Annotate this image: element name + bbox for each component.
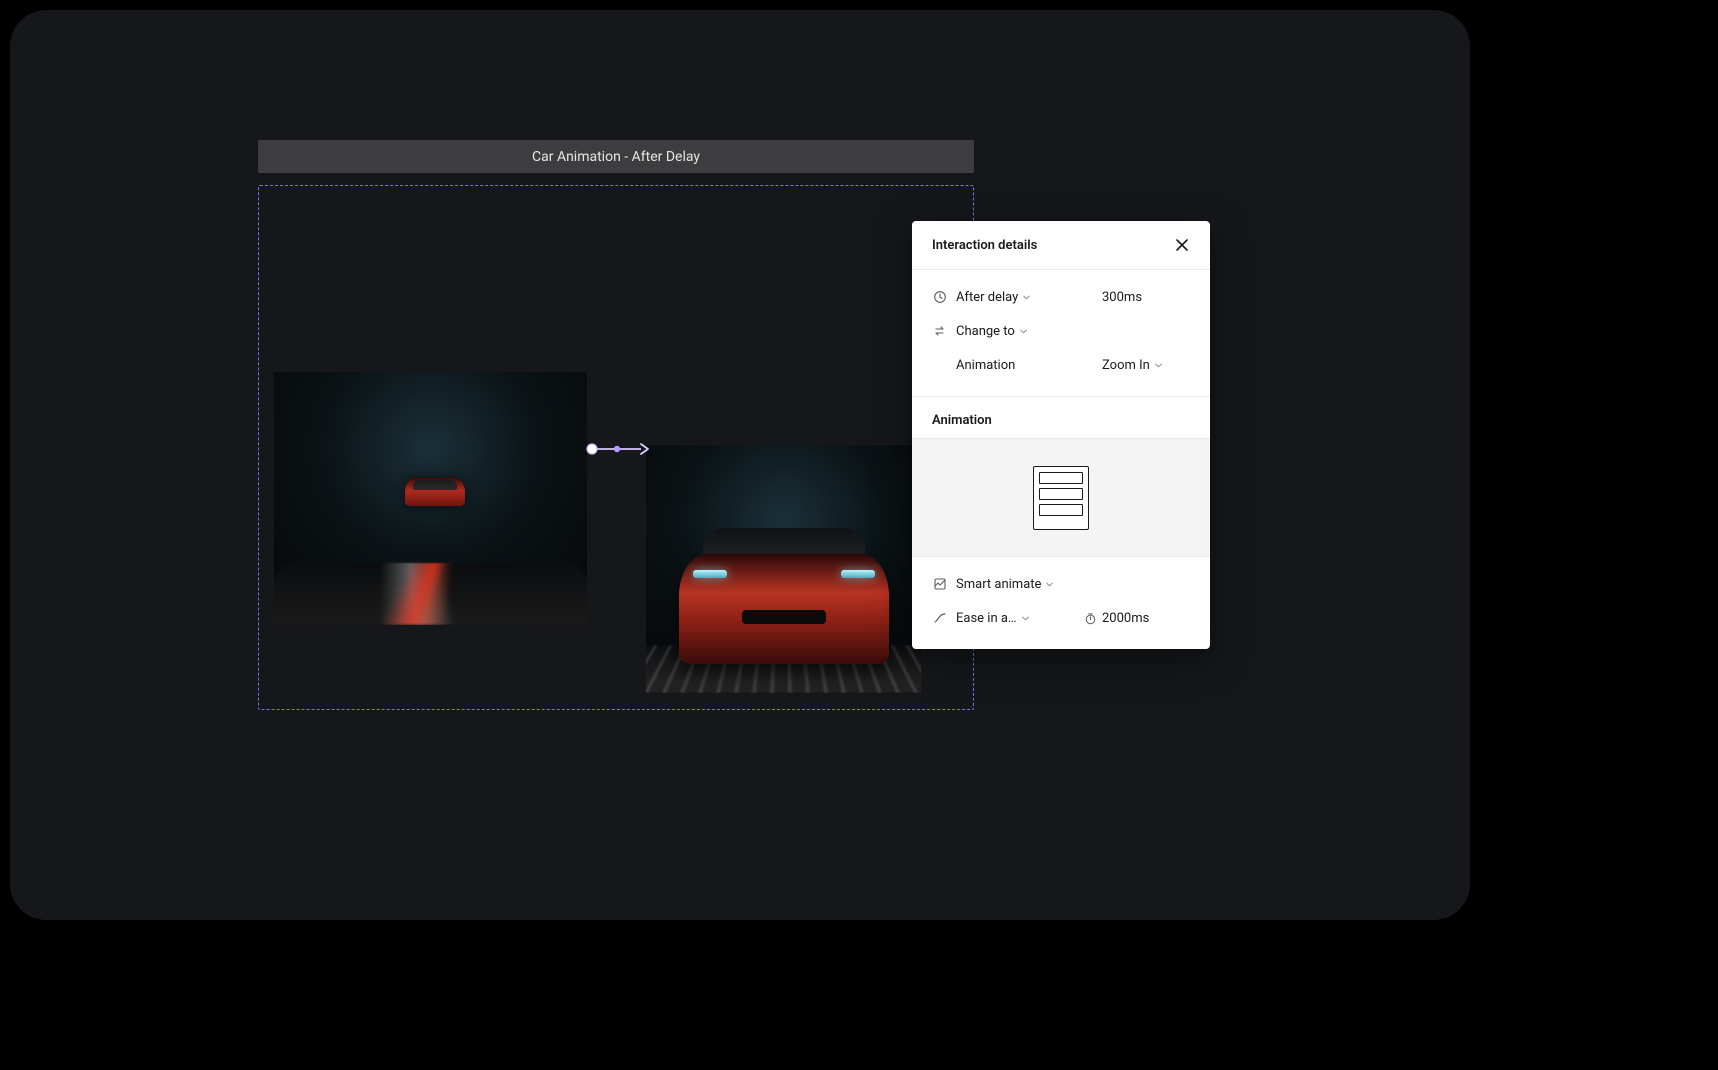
action-row: Change to <box>932 314 1192 348</box>
spacer <box>932 357 948 373</box>
animation-section-title: Animation <box>912 397 1210 439</box>
easing-dropdown[interactable]: Ease in a… <box>956 611 1034 626</box>
light-trails <box>274 563 587 625</box>
chevron-down-icon <box>1021 614 1030 623</box>
close-icon <box>1175 238 1189 252</box>
car-near <box>679 514 889 664</box>
canvas-image-start[interactable] <box>274 372 587 625</box>
chevron-down-icon <box>1045 580 1054 589</box>
close-button[interactable] <box>1172 235 1192 255</box>
trigger-row: After delay 300ms <box>932 280 1192 314</box>
frame-title-bar[interactable]: Car Animation - After Delay <box>258 140 974 173</box>
chevron-down-icon <box>1019 327 1028 336</box>
trigger-dropdown[interactable]: After delay <box>956 290 1052 305</box>
animation-type-label: Smart animate <box>956 577 1041 592</box>
animation-settings-section: Smart animate Ease in a… <box>912 557 1210 649</box>
duration-icon <box>1082 610 1098 626</box>
easing-curve-icon <box>932 610 948 626</box>
smart-animate-icon <box>932 576 948 592</box>
action-dropdown[interactable]: Change to <box>956 324 1052 339</box>
animation-preview-glyph <box>1033 466 1089 530</box>
easing-row: Ease in a… 2000ms <box>932 601 1192 635</box>
trigger-label: After delay <box>956 290 1018 305</box>
action-label: Change to <box>956 324 1015 339</box>
clock-icon <box>932 289 948 305</box>
trigger-delay-value: 300ms <box>1102 290 1142 305</box>
destination-label: Animation <box>956 358 1052 373</box>
design-canvas[interactable]: Car Animation - After Delay Interaction … <box>10 10 1470 920</box>
animation-preview[interactable] <box>912 439 1210 557</box>
destination-row: Animation Zoom In <box>932 348 1192 382</box>
destination-value: Zoom In <box>1102 358 1150 373</box>
interaction-details-panel: Interaction details After delay <box>912 221 1210 649</box>
canvas-image-end[interactable] <box>646 445 921 693</box>
trigger-action-section: After delay 300ms Change to <box>912 270 1210 397</box>
animation-type-row: Smart animate <box>932 567 1192 601</box>
duration-value: 2000ms <box>1102 611 1149 626</box>
duration-input[interactable]: 2000ms <box>1082 610 1149 626</box>
swap-icon <box>932 323 948 339</box>
car-far <box>405 478 465 506</box>
easing-label: Ease in a… <box>956 611 1017 626</box>
chevron-down-icon <box>1154 361 1163 370</box>
frame-title-text: Car Animation - After Delay <box>532 149 700 165</box>
destination-dropdown[interactable]: Zoom In <box>1102 358 1163 373</box>
chevron-down-icon <box>1022 293 1031 302</box>
panel-header: Interaction details <box>912 221 1210 270</box>
trigger-delay-input[interactable]: 300ms <box>1102 290 1142 305</box>
panel-title: Interaction details <box>932 238 1037 253</box>
animation-type-dropdown[interactable]: Smart animate <box>956 577 1054 592</box>
